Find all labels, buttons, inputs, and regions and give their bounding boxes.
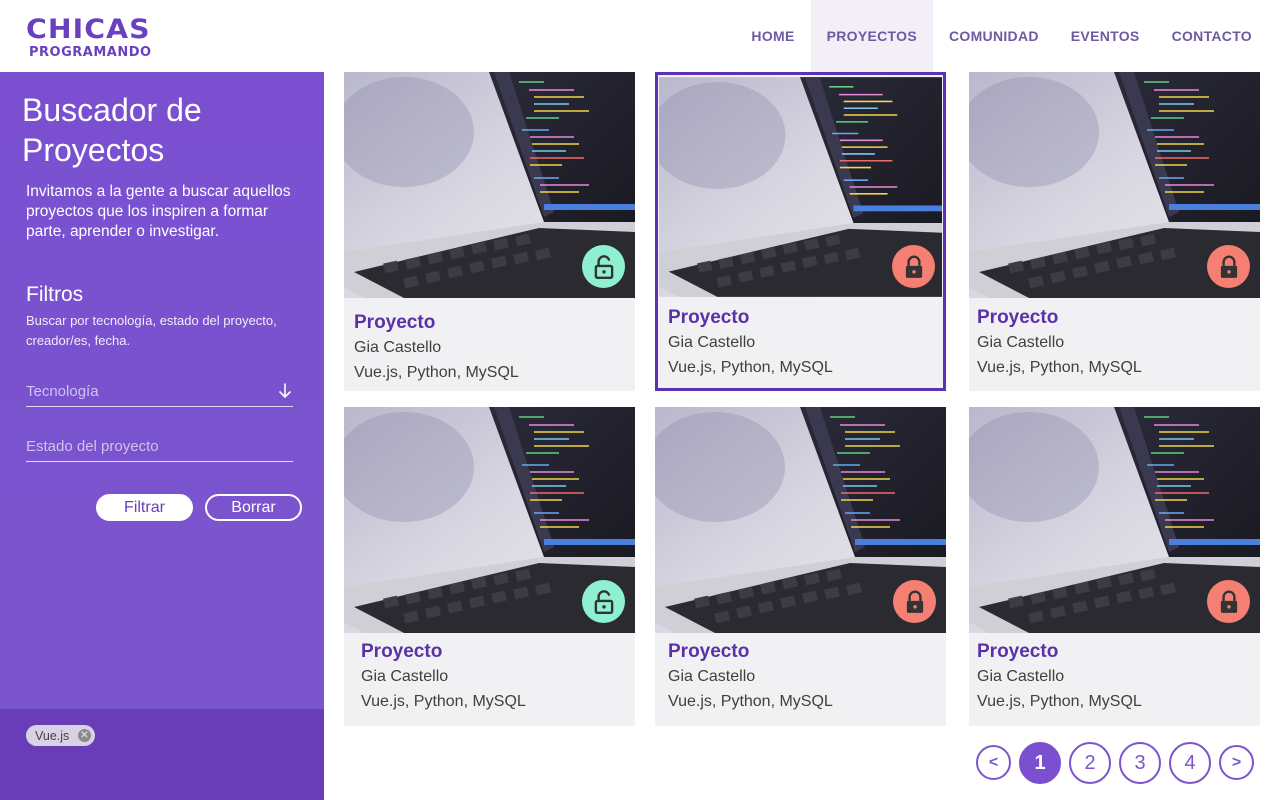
lock-open-icon [582, 245, 625, 288]
pagination-page-3[interactable]: 3 [1119, 742, 1161, 784]
card-author: Gia Castello [361, 668, 449, 685]
estado-proyecto-field[interactable]: Estado del proyecto [26, 432, 293, 462]
card-technologies: Vue.js, Python, MySQL [354, 364, 519, 381]
tag-chip-label: Vue.js [35, 728, 70, 743]
lock-closed-icon [892, 245, 935, 288]
remove-tag-icon[interactable]: ✕ [78, 729, 91, 742]
lock-closed-icon [1207, 245, 1250, 288]
card-title: Proyecto [977, 307, 1059, 328]
card-title: Proyecto [668, 641, 750, 662]
main-nav: HOME PROYECTOS COMUNIDAD EVENTOS CONTACT… [735, 0, 1268, 72]
pagination-page-1[interactable]: 1 [1019, 742, 1061, 784]
card-title: Proyecto [361, 641, 443, 662]
pagination-prev-button[interactable]: < [976, 745, 1011, 780]
nav-proyectos[interactable]: PROYECTOS [810, 0, 933, 72]
tag-chip: Vue.js ✕ [26, 725, 95, 746]
project-card[interactable]: Proyecto Gia Castello Vue.js, Python, My… [344, 72, 635, 391]
borrar-button[interactable]: Borrar [205, 494, 302, 521]
lock-open-icon [582, 580, 625, 623]
filters-title: Filtros [26, 283, 84, 306]
project-card[interactable]: Proyecto Gia Castello Vue.js, Python, My… [655, 407, 946, 726]
card-technologies: Vue.js, Python, MySQL [977, 359, 1142, 376]
card-title: Proyecto [354, 312, 436, 333]
card-title: Proyecto [668, 307, 750, 328]
card-title: Proyecto [977, 641, 1059, 662]
chicas-programando-logo[interactable]: CHICAS PROGRAMANDO [26, 15, 151, 63]
sidebar-title: Buscador de Proyectos [22, 92, 202, 168]
card-technologies: Vue.js, Python, MySQL [977, 693, 1142, 710]
nav-home[interactable]: HOME [735, 0, 810, 72]
sidebar-intro: Invitamos a la gente a buscar aquellos p… [26, 183, 291, 240]
tecnologia-select[interactable]: Tecnología [26, 377, 293, 407]
search-sidebar: Buscador de Proyectos Invitamos a la gen… [0, 72, 324, 709]
nav-eventos[interactable]: EVENTOS [1055, 0, 1156, 72]
estado-placeholder: Estado del proyecto [26, 438, 159, 455]
logo-line-2: PROGRAMANDO [29, 45, 152, 60]
card-technologies: Vue.js, Python, MySQL [361, 693, 526, 710]
pagination-page-4[interactable]: 4 [1169, 742, 1211, 784]
tecnologia-placeholder: Tecnología [26, 383, 99, 400]
filtrar-button[interactable]: Filtrar [96, 494, 193, 521]
card-author: Gia Castello [354, 339, 442, 356]
arrow-down-icon [279, 383, 291, 398]
project-card[interactable]: Proyecto Gia Castello Vue.js, Python, My… [344, 407, 635, 726]
nav-contacto[interactable]: CONTACTO [1156, 0, 1268, 72]
card-technologies: Vue.js, Python, MySQL [668, 693, 833, 710]
card-author: Gia Castello [977, 668, 1065, 685]
lock-closed-icon [893, 580, 936, 623]
pagination-next-button[interactable]: > [1219, 745, 1254, 780]
project-card[interactable]: Proyecto Gia Castello Vue.js, Python, My… [969, 407, 1260, 726]
pagination-page-2[interactable]: 2 [1069, 742, 1111, 784]
card-author: Gia Castello [668, 334, 756, 351]
filters-description: Buscar por tecnología, estado del proyec… [26, 313, 277, 348]
card-author: Gia Castello [668, 668, 756, 685]
card-technologies: Vue.js, Python, MySQL [668, 359, 833, 376]
project-card-selected[interactable]: Proyecto Gia Castello Vue.js, Python, My… [655, 72, 946, 391]
logo-line-1: CHICAS [26, 14, 151, 45]
nav-comunidad[interactable]: COMUNIDAD [933, 0, 1055, 72]
active-tags-bar: Vue.js ✕ [0, 709, 324, 800]
lock-closed-icon [1207, 580, 1250, 623]
top-header: CHICAS PROGRAMANDO HOME PROYECTOS COMUNI… [0, 0, 1280, 72]
card-author: Gia Castello [977, 334, 1065, 351]
project-card[interactable]: Proyecto Gia Castello Vue.js, Python, My… [969, 72, 1260, 391]
